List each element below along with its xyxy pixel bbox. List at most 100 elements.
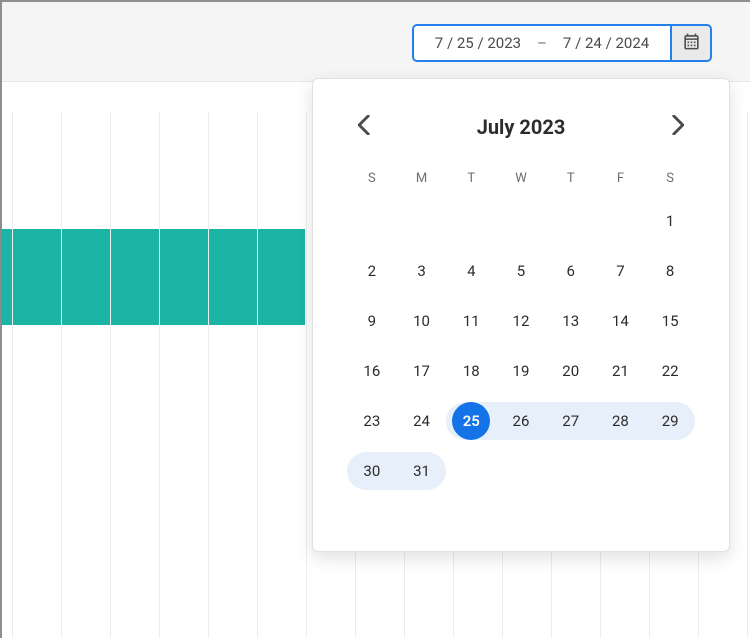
calendar-day-empty (596, 202, 646, 240)
calendar-day[interactable]: 1 (645, 202, 695, 240)
calendar-week-row: 16 17 1819 20 21 22 (347, 352, 695, 390)
calendar-day-number: 28 (612, 412, 629, 430)
calendar-day[interactable]: 3 (397, 252, 447, 290)
calendar-day[interactable]: 10 (397, 302, 447, 340)
calendar-day[interactable]: 9 (347, 302, 397, 340)
weekday-label: F (596, 171, 646, 186)
calendar-toggle-button[interactable] (672, 24, 712, 62)
calendar-day-number: 15 (662, 312, 679, 330)
calendar-day[interactable]: 23 (347, 402, 397, 440)
calendar-grid: 1234567891011121314151617181920212223242… (347, 202, 695, 490)
grid-line (208, 112, 209, 638)
grid-line (61, 112, 62, 638)
calendar-day[interactable]: 11 (446, 302, 496, 340)
calendar-day[interactable]: 30 (347, 452, 397, 490)
next-month-button[interactable] (661, 110, 695, 144)
calendar-day[interactable]: 14 (596, 302, 646, 340)
grid-line (159, 112, 160, 638)
calendar-week-row: 30 31 (347, 452, 695, 490)
weekday-label: M (397, 171, 447, 186)
calendar-day-number: 21 (612, 362, 629, 380)
calendar-day[interactable]: 8 (645, 252, 695, 290)
calendar-day[interactable]: 16 (347, 352, 397, 390)
calendar-day-number: 25 (463, 412, 480, 430)
calendar-day-number: 26 (513, 412, 530, 430)
calendar-day[interactable]: 5 (496, 252, 546, 290)
calendar-day-number: 24 (413, 412, 430, 430)
calendar-day[interactable]: 17 (397, 352, 447, 390)
weekday-header-row: S M T W T F S (347, 171, 695, 186)
calendar-day-number: 9 (368, 312, 376, 330)
calendar-day-empty (546, 452, 596, 490)
calendar-day[interactable]: 13 (546, 302, 596, 340)
calendar-day[interactable]: 27 (546, 402, 596, 440)
date-range-separator: – (537, 34, 547, 52)
calendar-day-number: 16 (363, 362, 380, 380)
calendar-day[interactable]: 24 (397, 402, 447, 440)
calendar-header: July 2023 (347, 109, 695, 145)
calendar-day-number: 27 (562, 412, 579, 430)
calendar-day[interactable]: 21 (596, 352, 646, 390)
prev-month-button[interactable] (347, 110, 381, 144)
grid-line (257, 112, 258, 638)
calendar-day[interactable]: 19 (496, 352, 546, 390)
calendar-day-number: 22 (662, 362, 679, 380)
calendar-day-number: 30 (363, 462, 380, 480)
calendar-day-number: 12 (513, 312, 530, 330)
calendar-day-number: 29 (662, 412, 679, 430)
grid-line (747, 112, 748, 638)
calendar-day-number: 6 (566, 262, 574, 280)
calendar-day-number: 23 (363, 412, 380, 430)
calendar-day[interactable]: 26 (496, 402, 546, 440)
calendar-day-number: 31 (413, 462, 430, 480)
calendar-day[interactable]: 12 (496, 302, 546, 340)
calendar-day-number: 1 (666, 212, 674, 230)
calendar-day-empty (496, 452, 546, 490)
calendar-day-number: 20 (562, 362, 579, 380)
chevron-right-icon (672, 115, 684, 139)
calendar-day-empty (347, 202, 397, 240)
calendar-day-number: 13 (562, 312, 579, 330)
calendar-day[interactable]: 29 (645, 402, 695, 440)
calendar-day[interactable]: 6 (546, 252, 596, 290)
weekday-label: S (347, 171, 397, 186)
calendar-day[interactable]: 25 (446, 402, 496, 440)
date-range-field[interactable]: 7 / 25 / 2023 – 7 / 24 / 2024 (412, 24, 672, 62)
calendar-icon (682, 32, 701, 55)
calendar-day[interactable]: 7 (596, 252, 646, 290)
grid-line (110, 112, 111, 638)
calendar-day-number: 2 (368, 262, 376, 280)
calendar-day[interactable]: 28 (596, 402, 646, 440)
calendar-day-number: 10 (413, 312, 430, 330)
calendar-week-row: 23 24 25 26 27 28 29 (347, 402, 695, 440)
calendar-week-row: 9 10 11 12 13 14 15 (347, 302, 695, 340)
weekday-label: S (645, 171, 695, 186)
weekday-label: T (446, 171, 496, 186)
calendar-day[interactable]: 4 (446, 252, 496, 290)
calendar-day-empty (496, 202, 546, 240)
calendar-day-empty (546, 202, 596, 240)
app-frame: 7 / 25 / 2023 – 7 / 24 / 2024 July 2023 (0, 0, 750, 638)
calendar-day-number: 7 (616, 262, 624, 280)
calendar-day-number: 14 (612, 312, 629, 330)
toolbar: 7 / 25 / 2023 – 7 / 24 / 2024 (2, 2, 750, 82)
calendar-day[interactable]: 31 (397, 452, 447, 490)
calendar-day-number: 4 (467, 262, 475, 280)
grid-line (12, 112, 13, 638)
calendar-day-empty (645, 452, 695, 490)
calendar-day-empty (596, 452, 646, 490)
calendar-day-number: 17 (413, 362, 430, 380)
calendar-day[interactable]: 20 (546, 352, 596, 390)
calendar-day-number: 3 (417, 262, 425, 280)
calendar-day-number: 8 (666, 262, 674, 280)
calendar-month-title: July 2023 (477, 115, 566, 139)
date-range-picker: 7 / 25 / 2023 – 7 / 24 / 2024 (412, 24, 712, 62)
calendar-day[interactable]: 15 (645, 302, 695, 340)
calendar-day-number: 11 (463, 312, 480, 330)
calendar-popover: July 2023 S M T W T F S 1234567891011121… (312, 78, 730, 552)
calendar-day[interactable]: 2 (347, 252, 397, 290)
calendar-day[interactable]: 22 (645, 352, 695, 390)
calendar-week-row: 1 (347, 202, 695, 240)
calendar-day[interactable]: 18 (446, 352, 496, 390)
chevron-left-icon (358, 115, 370, 139)
